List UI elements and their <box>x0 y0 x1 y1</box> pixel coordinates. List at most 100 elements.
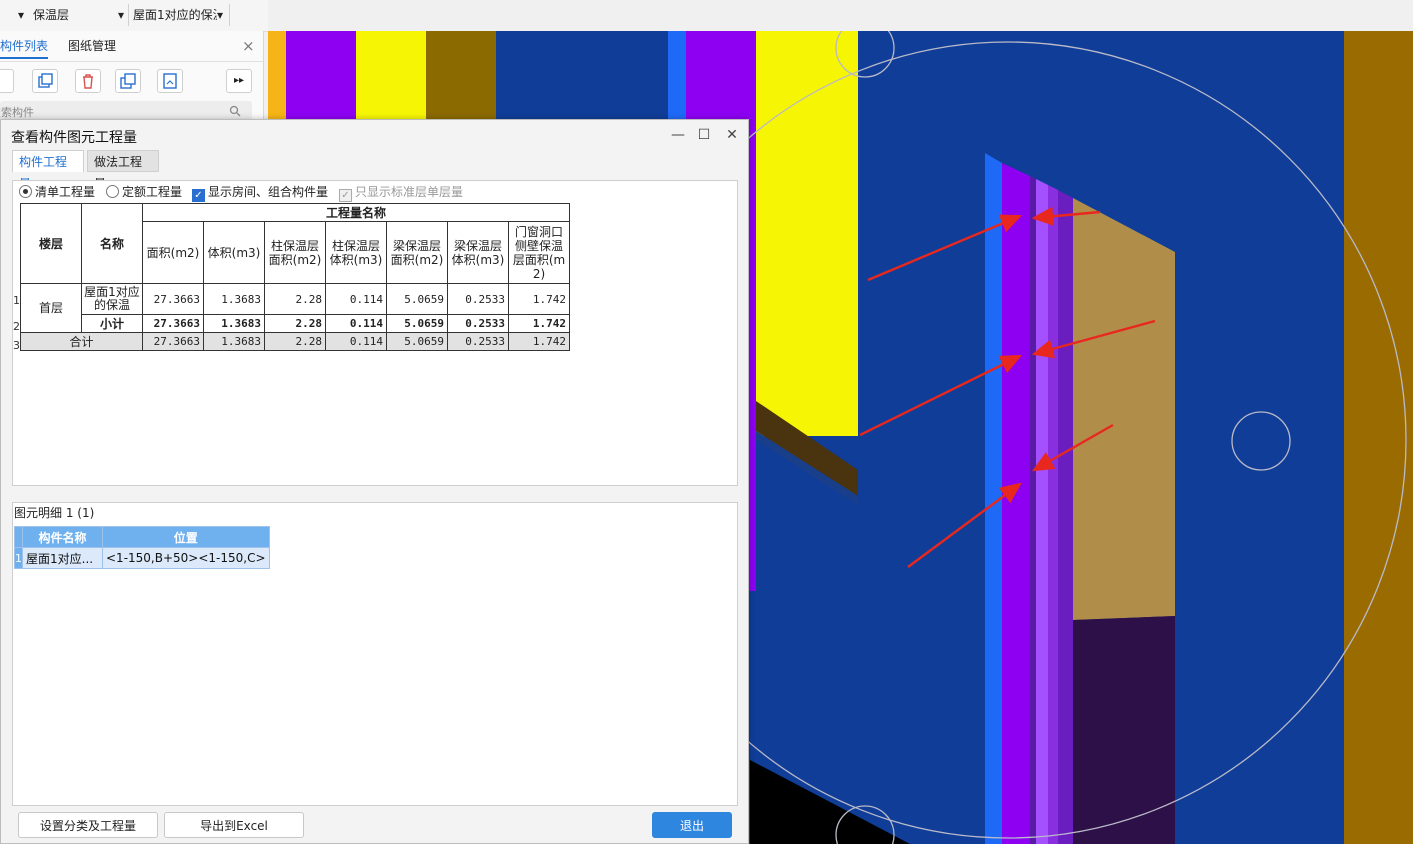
value-cell: 2.28 <box>264 314 326 333</box>
value-cell: 1.3683 <box>203 332 265 351</box>
close-icon[interactable]: ✕ <box>723 126 741 144</box>
subtotal-label: 小计 <box>81 314 143 333</box>
divider <box>128 4 129 26</box>
component-name-cell[interactable]: 屋面1对应... <box>22 547 103 569</box>
col-header-position[interactable]: 位置 <box>102 526 270 548</box>
chevron-down-icon[interactable]: ▾ <box>18 4 26 26</box>
value-cell: 1.742 <box>508 332 570 351</box>
value-cell: 27.3663 <box>142 314 204 333</box>
top-toolbar: ▾ 保温层 ▾ 屋面1对应的保温 ▾ <box>0 0 268 32</box>
group-header: 工程量名称 <box>142 203 570 222</box>
set-category-button[interactable]: 设置分类及工程量 <box>18 812 158 838</box>
component-dropdown[interactable]: 屋面1对应的保温 <box>133 4 217 26</box>
floor-cell: 首层 <box>20 283 82 333</box>
dark-surface <box>1073 616 1175 844</box>
col-header-component-name[interactable]: 构件名称 <box>22 526 103 548</box>
checkbox-show-rooms[interactable]: ✓ 显示房间、组合构件量 <box>192 183 329 202</box>
exit-button[interactable]: 退出 <box>652 812 732 838</box>
col-header: 梁保温层体积(m3) <box>447 221 509 284</box>
table-row: 首层 屋面1对应的保温 27.3663 1.3683 2.28 0.114 5.… <box>20 283 570 333</box>
value-cell: 0.2533 <box>447 283 509 315</box>
total-label: 合计 <box>20 332 143 351</box>
radio-icon <box>106 185 119 198</box>
value-cell: 0.2533 <box>447 314 509 333</box>
col-header: 门窗洞口侧壁保温层面积(m2) <box>508 221 570 284</box>
value-cell: 5.0659 <box>386 283 448 315</box>
insulation-layer <box>1030 176 1036 844</box>
checkbox-checked-icon: ✓ <box>192 189 205 202</box>
dialog-title: 查看构件图元工程量 <box>11 130 137 146</box>
col-header: 梁保温层面积(m2) <box>386 221 448 284</box>
detail-header-row: 构件名称 位置 <box>14 526 270 548</box>
maximize-icon[interactable]: ☐ <box>695 126 713 144</box>
header-corner <box>14 526 23 548</box>
value-cell: 1.742 <box>508 314 570 333</box>
chevron-down-icon[interactable]: ▾ <box>118 4 126 26</box>
radio-quota-quantity[interactable]: 定额工程量 <box>106 183 182 201</box>
layer-dropdown[interactable]: 保温层 <box>33 4 123 26</box>
detail-title: 图元明细 1 (1) <box>14 506 95 520</box>
shadow-area <box>750 760 910 844</box>
delete-icon[interactable] <box>75 69 101 93</box>
quantity-table: 楼层 名称 工程量名称 面积(m2) 体积(m3) 柱保温层面积(m2) 柱保温… <box>20 203 570 351</box>
table-row[interactable]: 1 屋面1对应... <1-150,B+50><1-150,C> <box>14 547 270 569</box>
value-cell: 1.742 <box>508 283 570 315</box>
checkbox-standard-floor: ✓ 只显示标准层单层量 <box>339 183 463 202</box>
value-cell: 27.3663 <box>142 283 204 315</box>
tab-method-quantity[interactable]: 做法工程量 <box>87 150 159 191</box>
col-header: 面积(m2) <box>142 221 204 284</box>
export-excel-button[interactable]: 导出到Excel <box>164 812 304 838</box>
col-header: 体积(m3) <box>203 221 265 284</box>
name-cell: 屋面1对应的保温 <box>81 283 143 315</box>
search-input[interactable]: 搜索构件 <box>0 101 252 121</box>
close-icon[interactable]: × <box>242 35 255 57</box>
value-cell: 27.3663 <box>142 332 204 351</box>
insulation-layer <box>1036 179 1048 844</box>
search-icon[interactable] <box>229 105 241 117</box>
position-cell[interactable]: <1-150,B+50><1-150,C> <box>102 547 270 569</box>
detail-table: 构件名称 位置 1 屋面1对应... <1-150,B+50><1-150,C> <box>14 526 270 569</box>
insulation-layer <box>1058 190 1073 844</box>
dropdown-button[interactable] <box>0 69 14 93</box>
value-cell: 0.114 <box>325 283 387 315</box>
value-cell: 1.3683 <box>203 314 265 333</box>
copy-icon[interactable] <box>32 69 58 93</box>
image-icon[interactable] <box>157 69 183 93</box>
minimize-icon[interactable]: — <box>669 126 687 144</box>
total-row: 合计 27.3663 1.3683 2.28 0.114 5.0659 0.25… <box>20 332 570 351</box>
value-cell: 1.3683 <box>203 283 265 315</box>
option-label: 定额工程量 <box>122 185 183 199</box>
chevron-down-icon[interactable]: ▾ <box>217 4 225 26</box>
value-cell: 2.28 <box>264 332 326 351</box>
more-icon[interactable]: ▸▸ <box>226 69 252 93</box>
row-number: 1 <box>14 547 23 569</box>
col-header-name: 名称 <box>81 203 143 284</box>
subtotal-row: 小计 27.3663 1.3683 2.28 0.114 5.0659 0.25… <box>21 314 570 333</box>
value-cell: 2.28 <box>264 283 326 315</box>
duplicate-icon[interactable] <box>115 69 141 93</box>
col-header: 柱保温层面积(m2) <box>264 221 326 284</box>
row-number: 1 <box>13 294 20 307</box>
col-header: 柱保温层体积(m3) <box>325 221 387 284</box>
tan-surface <box>1073 198 1175 620</box>
option-label: 显示房间、组合构件量 <box>208 185 329 199</box>
tab-drawing-management[interactable]: 图纸管理 <box>68 35 116 57</box>
quantity-dialog: 查看构件图元工程量 — ☐ ✕ 构件工程量 做法工程量 清单工程量 定额工程量 … <box>0 119 749 844</box>
detail-panel: 图元明细 1 (1) 构件名称 位置 1 屋面1对应... <1-150,B+5… <box>12 502 738 806</box>
option-label: 清单工程量 <box>35 185 96 199</box>
zoom-handle[interactable] <box>1231 411 1291 471</box>
search-placeholder: 搜索构件 <box>0 106 34 119</box>
radio-selected-icon <box>19 185 32 198</box>
value-cell: 5.0659 <box>386 314 448 333</box>
yellow-wall <box>756 31 858 436</box>
divider <box>0 61 263 62</box>
value-cell: 0.114 <box>325 332 387 351</box>
value-cell: 0.2533 <box>447 332 509 351</box>
divider <box>229 4 230 26</box>
row-number: 3 <box>13 339 20 352</box>
tab-component-list[interactable]: 构件列表 <box>0 35 49 59</box>
radio-bill-quantity[interactable]: 清单工程量 <box>19 183 95 201</box>
quantity-panel: 清单工程量 定额工程量 ✓ 显示房间、组合构件量 ✓ 只显示标准层单层量 1 2 3… <box>12 180 738 486</box>
insulation-layer <box>1002 163 1030 844</box>
tab-component-quantity[interactable]: 构件工程量 <box>12 150 84 191</box>
